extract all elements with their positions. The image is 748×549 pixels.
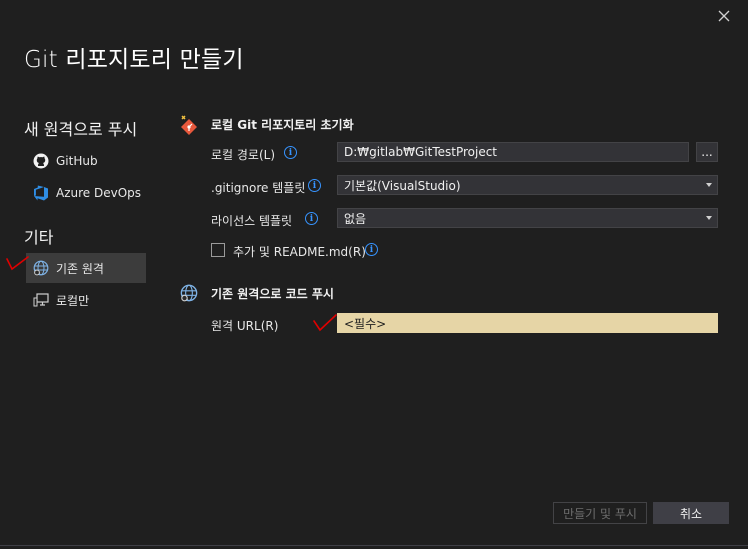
remote-url-placeholder: <필수> [344, 316, 387, 331]
license-label: 라이선스 템플릿 [211, 214, 293, 228]
readme-info-icon[interactable]: i [365, 243, 378, 256]
sidebar-item-local-only[interactable]: 로컬만 [26, 285, 146, 315]
cancel-button[interactable]: 취소 [653, 502, 729, 524]
license-info-icon[interactable]: i [305, 212, 318, 225]
gitignore-value: 기본값(VisualStudio) [344, 178, 461, 193]
chevron-down-icon [706, 183, 712, 187]
other-heading: 기타 [24, 228, 54, 247]
sidebar-item-label: 로컬만 [56, 293, 90, 308]
close-icon[interactable] [714, 6, 734, 26]
gitignore-info-icon[interactable]: i [308, 179, 321, 192]
remote-url-input[interactable]: <필수> [337, 313, 718, 333]
push-section-heading: 기존 원격으로 코드 푸시 [211, 287, 334, 301]
globe-icon [32, 259, 50, 277]
computer-icon [32, 291, 50, 309]
sidebar-item-label: 기존 원격 [56, 261, 104, 276]
license-value: 없음 [344, 211, 367, 226]
dialog-title: Git 리포지토리 만들기 [24, 47, 244, 73]
gitignore-dropdown[interactable]: 기본값(VisualStudio) [337, 175, 718, 195]
create-and-push-button[interactable]: 만들기 및 푸시 [553, 502, 647, 524]
license-dropdown[interactable]: 없음 [337, 208, 718, 228]
push-new-remote-heading: 새 원격으로 푸시 [24, 120, 138, 139]
local-path-input[interactable]: D:₩gitlab₩GitTestProject [337, 142, 689, 162]
git-init-icon [179, 115, 199, 138]
sidebar-item-existing-remote[interactable]: 기존 원격 [26, 253, 146, 283]
sidebar-item-label: GitHub [56, 154, 98, 168]
local-path-value: D:₩gitlab₩GitTestProject [344, 145, 497, 159]
remote-url-label: 원격 URL(R) [211, 319, 279, 333]
red-check-mark-annotation [6, 256, 30, 275]
azure-devops-icon [32, 184, 50, 202]
sidebar-item-label: Azure DevOps [56, 186, 142, 200]
local-path-info-icon[interactable]: i [284, 146, 297, 159]
readme-checkbox[interactable] [211, 243, 225, 257]
gitignore-label: .gitignore 템플릿 [211, 181, 306, 195]
sidebar-item-azure-devops[interactable]: Azure DevOps [26, 178, 146, 208]
globe-icon [180, 284, 198, 305]
chevron-down-icon [706, 216, 712, 220]
local-path-label: 로컬 경로(L) [211, 148, 276, 162]
bottom-divider [0, 545, 748, 546]
red-check-mark-annotation [312, 314, 338, 335]
readme-label: 추가 및 README.md(R) [233, 245, 366, 259]
github-icon [32, 152, 50, 170]
init-section-heading: 로컬 Git 리포지토리 초기화 [211, 118, 354, 132]
sidebar-item-github[interactable]: GitHub [26, 146, 146, 176]
browse-button[interactable]: ... [696, 142, 718, 162]
